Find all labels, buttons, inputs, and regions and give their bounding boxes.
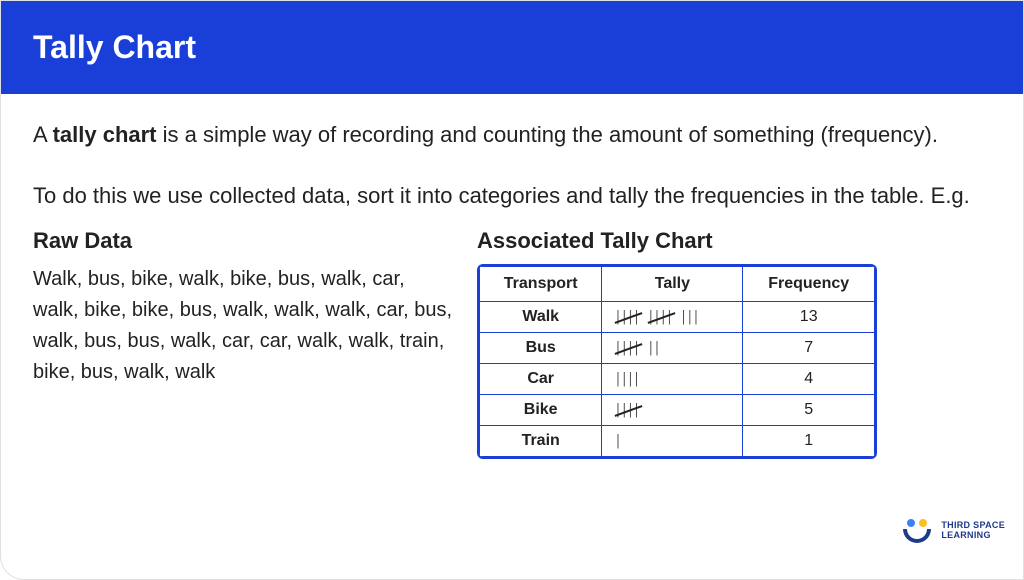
page-header: Tally Chart <box>1 1 1023 94</box>
col-header-frequency: Frequency <box>743 267 875 302</box>
cell-frequency: 1 <box>743 426 875 457</box>
content-area: A tally chart is a simple way of recordi… <box>1 94 1023 475</box>
brand-line2: LEARNING <box>941 531 1005 541</box>
col-header-tally: Tally <box>602 267 743 302</box>
cell-frequency: 5 <box>743 395 875 426</box>
tally-chart-heading: Associated Tally Chart <box>477 228 991 254</box>
two-column-layout: Raw Data Walk, bus, bike, walk, bike, bu… <box>33 228 991 459</box>
intro-prefix: A <box>33 122 53 147</box>
cell-tally: |||| <box>602 364 743 395</box>
cell-transport: Bus <box>480 333 602 364</box>
table-row: Walk|||||||||||13 <box>480 302 875 333</box>
cell-transport: Train <box>480 426 602 457</box>
table-row: Bus||||||7 <box>480 333 875 364</box>
table-row: Bike||||5 <box>480 395 875 426</box>
cell-tally: ||||||||||| <box>602 302 743 333</box>
table-row: Train|1 <box>480 426 875 457</box>
table-row: Car||||4 <box>480 364 875 395</box>
cell-tally: | <box>602 426 743 457</box>
cell-frequency: 7 <box>743 333 875 364</box>
intro-suffix: is a simple way of recording and countin… <box>157 122 938 147</box>
cell-tally: |||||| <box>602 333 743 364</box>
cell-transport: Walk <box>480 302 602 333</box>
second-paragraph: To do this we use collected data, sort i… <box>33 179 991 212</box>
brand-icon <box>901 519 933 543</box>
raw-data-heading: Raw Data <box>33 228 453 254</box>
cell-frequency: 13 <box>743 302 875 333</box>
intro-paragraph: A tally chart is a simple way of recordi… <box>33 118 991 151</box>
cell-tally: |||| <box>602 395 743 426</box>
cell-transport: Bike <box>480 395 602 426</box>
tally-chart-column: Associated Tally Chart Transport Tally F… <box>477 228 991 459</box>
raw-data-column: Raw Data Walk, bus, bike, walk, bike, bu… <box>33 228 453 459</box>
brand-text: THIRD SPACE LEARNING <box>941 521 1005 541</box>
table-header-row: Transport Tally Frequency <box>480 267 875 302</box>
tally-table: Transport Tally Frequency Walk||||||||||… <box>477 264 877 459</box>
intro-bold-term: tally chart <box>53 122 157 147</box>
cell-frequency: 4 <box>743 364 875 395</box>
brand-logo: THIRD SPACE LEARNING <box>901 519 1005 543</box>
raw-data-text: Walk, bus, bike, walk, bike, bus, walk, … <box>33 264 453 388</box>
page-title: Tally Chart <box>33 29 196 65</box>
cell-transport: Car <box>480 364 602 395</box>
col-header-transport: Transport <box>480 267 602 302</box>
